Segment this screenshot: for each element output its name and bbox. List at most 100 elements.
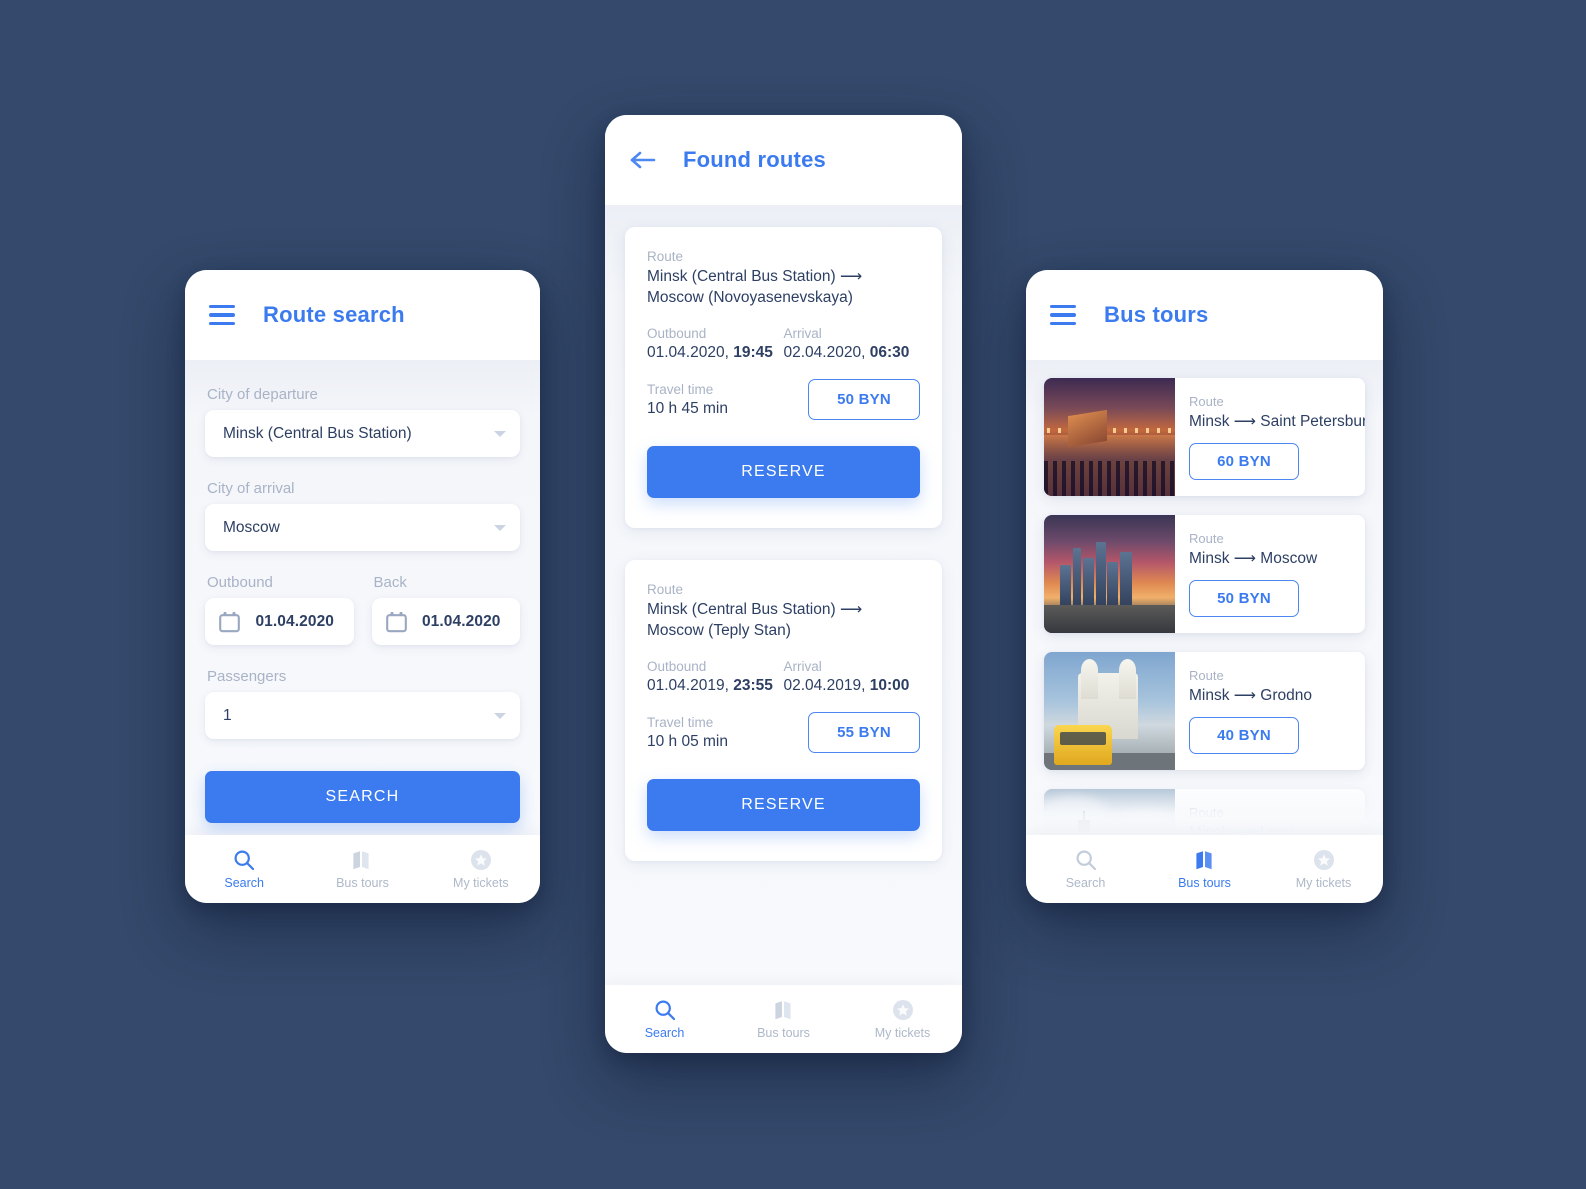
field-passengers: Passengers 1 [205, 668, 520, 739]
routes-list-body: Route Minsk (Central Bus Station) ⟶ Mosc… [605, 205, 962, 985]
route-value: Minsk ⟶ Moscow [1189, 550, 1318, 567]
travel-time-value: 10 h 45 min [647, 399, 728, 417]
appbar-route-search: Route search [185, 270, 540, 360]
price-button[interactable]: 50 BYN [1189, 580, 1299, 617]
departure-label: City of departure [207, 386, 318, 403]
nav-item-bus-tours[interactable]: Bus tours [303, 849, 421, 890]
tour-card-body: Route Minsk ⟶ Grodno 40 BYN [1175, 652, 1365, 770]
tour-card[interactable]: Route Minsk ⟶ Saint Petersburg 60 BYN [1044, 378, 1365, 496]
departure-value: Minsk (Central Bus Station) [223, 424, 412, 442]
page-title: Bus tours [1104, 302, 1209, 327]
passengers-value: 1 [223, 706, 232, 724]
back-date-input[interactable]: 01.04.2020 [371, 598, 520, 645]
map-icon [351, 849, 373, 871]
nav-item-my-tickets[interactable]: My tickets [843, 999, 962, 1040]
tour-card[interactable]: Route Minsk ⟶ Lvov [1044, 789, 1365, 835]
tour-thumbnail-moscow [1044, 515, 1175, 633]
departure-select[interactable]: Minsk (Central Bus Station) [205, 410, 520, 457]
nav-item-my-tickets[interactable]: My tickets [1264, 849, 1383, 890]
arrival-time: 06:30 [869, 344, 910, 362]
search-icon [654, 999, 676, 1021]
tours-scroll[interactable]: Route Minsk ⟶ Saint Petersburg 60 BYN Ro… [1026, 360, 1383, 835]
outbound-date-input[interactable]: 01.04.2020 [205, 598, 354, 645]
appbar-found-routes: Found routes [605, 115, 962, 205]
nav-label-search: Search [644, 1025, 685, 1040]
nav-label-my-tickets: My tickets [453, 875, 509, 890]
travel-time-label: Travel time [647, 381, 714, 397]
nav-item-search[interactable]: Search [185, 849, 303, 890]
outbound-datetime: 01.04.2019, 23:55 [647, 677, 784, 695]
outbound-label: Outbound [207, 574, 273, 591]
bottom-nav: Search Bus tours My tickets [605, 985, 962, 1053]
chevron-down-icon [494, 524, 506, 531]
page-title: Route search [263, 302, 405, 327]
tours-list-body: Route Minsk ⟶ Saint Petersburg 60 BYN Ro… [1026, 360, 1383, 835]
price-button[interactable]: 60 BYN [1189, 443, 1299, 480]
nav-item-bus-tours[interactable]: Bus tours [1145, 849, 1264, 890]
phone-route-search: Route search City of departure Minsk (Ce… [185, 270, 540, 903]
price-button[interactable]: 50 BYN [808, 379, 920, 421]
arrival-date: 02.04.2020, [783, 344, 870, 362]
hamburger-icon[interactable] [1050, 304, 1076, 326]
outbound-time: 19:45 [733, 344, 773, 362]
search-form-body: City of departure Minsk (Central Bus Sta… [185, 360, 540, 835]
appbar-bus-tours: Bus tours [1026, 270, 1383, 360]
outbound-block: Outbound 01.04.2020, 19:45 [647, 326, 784, 362]
search-form: City of departure Minsk (Central Bus Sta… [185, 360, 540, 823]
calendar-icon [219, 611, 240, 633]
route-value: Minsk (Central Bus Station) ⟶ Moscow (Te… [647, 601, 863, 639]
search-button[interactable]: SEARCH [205, 771, 520, 823]
routes-scroll[interactable]: Route Minsk (Central Bus Station) ⟶ Mosc… [605, 205, 962, 862]
star-badge-icon [892, 999, 914, 1021]
arrival-block: Arrival 02.04.2019, 10:00 [784, 659, 921, 695]
passengers-select[interactable]: 1 [205, 692, 520, 739]
arrival-block: Arrival 02.04.2020, 06:30 [784, 326, 921, 362]
route-value: Minsk (Central Bus Station) ⟶ Moscow (No… [647, 268, 863, 306]
reserve-button[interactable]: RESERVE [647, 779, 920, 832]
arrival-select[interactable]: Moscow [205, 504, 520, 551]
travel-time-value: 10 h 05 min [647, 732, 728, 750]
screenshot-stage: Route search City of departure Minsk (Ce… [0, 0, 1586, 1189]
nav-label-bus-tours: Bus tours [1178, 875, 1231, 890]
outbound-date: 01.04.2020, [647, 344, 734, 362]
price-button[interactable]: 40 BYN [1189, 717, 1299, 754]
route-label: Route [647, 582, 684, 598]
travel-time-block: Travel time 10 h 05 min [647, 715, 808, 751]
reserve-button[interactable]: RESERVE [647, 446, 920, 499]
price-button[interactable]: 55 BYN [808, 712, 920, 754]
outbound-datetime: 01.04.2020, 19:45 [647, 344, 784, 362]
nav-item-bus-tours[interactable]: Bus tours [724, 999, 843, 1040]
nav-item-search[interactable]: Search [605, 999, 724, 1040]
field-departure: City of departure Minsk (Central Bus Sta… [205, 386, 520, 457]
travel-time-row: Travel time 10 h 05 min 55 BYN [647, 712, 920, 754]
bottom-nav: Search Bus tours My tickets [1026, 835, 1383, 903]
tour-card[interactable]: Route Minsk ⟶ Moscow 50 BYN [1044, 515, 1365, 633]
nav-label-bus-tours: Bus tours [757, 1025, 810, 1040]
route-times: Outbound 01.04.2019, 23:55 Arrival 02.04… [647, 659, 920, 695]
nav-label-bus-tours: Bus tours [336, 875, 389, 890]
search-icon [1075, 849, 1097, 871]
tour-card[interactable]: Route Minsk ⟶ Grodno 40 BYN [1044, 652, 1365, 770]
nav-item-my-tickets[interactable]: My tickets [422, 849, 540, 890]
hamburger-icon[interactable] [209, 304, 235, 326]
outbound-label: Outbound [647, 659, 707, 675]
search-icon [233, 849, 255, 871]
back-label: Back [373, 574, 407, 591]
travel-time-row: Travel time 10 h 45 min 50 BYN [647, 379, 920, 421]
route-label: Route [1189, 531, 1224, 546]
map-icon [773, 999, 795, 1021]
outbound-date: 01.04.2019, [647, 677, 734, 695]
arrival-label: City of arrival [207, 480, 295, 497]
arrival-time: 10:00 [869, 677, 910, 695]
arrival-label: Arrival [783, 659, 822, 675]
page-title: Found routes [683, 147, 826, 172]
chevron-down-icon [494, 430, 506, 437]
phone-found-routes: Found routes Route Minsk (Central Bus St… [605, 115, 962, 1053]
arrival-value: Moscow [223, 518, 280, 536]
route-label: Route [1189, 805, 1224, 820]
passengers-label: Passengers [207, 668, 287, 685]
route-label: Route [1189, 394, 1224, 409]
nav-item-search[interactable]: Search [1026, 849, 1145, 890]
travel-time-label: Travel time [647, 714, 714, 730]
arrow-left-icon[interactable] [629, 146, 657, 174]
